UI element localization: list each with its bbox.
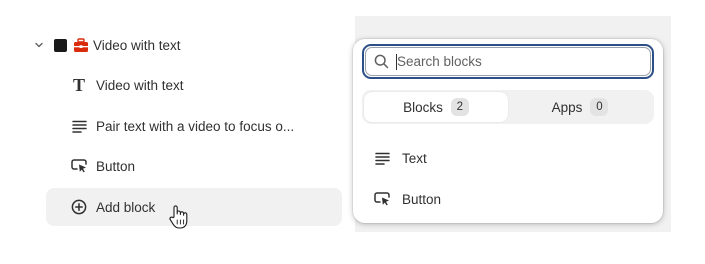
section-video-with-text[interactable]: Video with text	[32, 27, 181, 63]
menu-item-text[interactable]: Text	[373, 143, 427, 173]
hand-pointer-cursor-icon	[168, 204, 190, 230]
tab-apps[interactable]: Apps 0	[508, 92, 652, 122]
add-block-button[interactable]: Add block	[46, 188, 342, 226]
text-heading-icon: T	[72, 75, 85, 95]
count-badge: 0	[590, 98, 609, 116]
block-picker-popover: Blocks 2 Apps 0 Text Button	[353, 39, 663, 223]
tab-label: Apps	[551, 99, 583, 115]
count-badge: 2	[450, 98, 469, 116]
section-square-icon	[54, 38, 67, 52]
section-label: Video with text	[93, 37, 181, 53]
menu-item-label: Text	[402, 150, 427, 166]
tree-item-label: Button	[96, 158, 136, 174]
button-cursor-icon	[70, 157, 88, 175]
menu-item-label: Button	[402, 191, 442, 207]
tab-label: Blocks	[403, 99, 443, 115]
chevron-down-icon[interactable]	[32, 38, 46, 52]
add-block-label: Add block	[96, 199, 156, 215]
button-cursor-icon	[373, 190, 391, 208]
tree-item-text[interactable]: Pair text with a video to focus o...	[70, 108, 294, 144]
tree-item-button[interactable]: Button	[70, 148, 135, 184]
plus-circle-icon	[70, 198, 88, 216]
tree-item-label: Pair text with a video to focus o...	[96, 118, 295, 134]
menu-item-button[interactable]: Button	[373, 184, 441, 214]
text-lines-icon	[373, 149, 391, 167]
search-icon	[374, 54, 389, 69]
search-input[interactable]	[397, 54, 637, 69]
block-tabs: Blocks 2 Apps 0	[362, 90, 654, 124]
text-lines-icon	[70, 117, 88, 135]
briefcase-icon	[73, 37, 89, 53]
search-field[interactable]	[362, 44, 654, 79]
tree-item-label: Video with text	[96, 77, 184, 93]
tree-item-heading[interactable]: T Video with text	[70, 67, 184, 103]
tab-blocks[interactable]: Blocks 2	[364, 92, 508, 122]
